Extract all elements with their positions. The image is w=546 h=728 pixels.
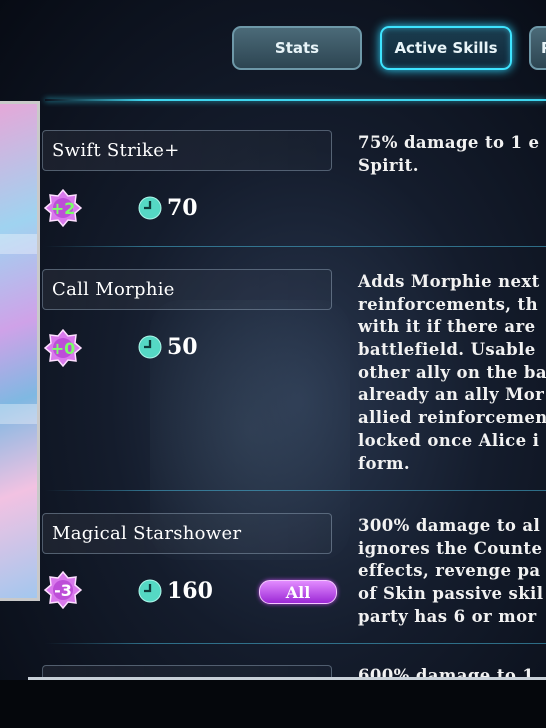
tab-active-skills[interactable]: Active Skills [380,26,512,70]
skill-name: Swift Strike+ [52,140,180,161]
bottom-frame [0,680,546,728]
tab-underline [45,99,546,101]
skill-description: 75% damage to 1 e Spirit. [358,133,540,175]
clock-icon [138,196,162,220]
skill-name: Magical Starshower [52,523,242,544]
target-badge: All [259,580,337,604]
skill-description: Adds Morphie next reinforcements, th wit… [358,272,546,473]
skill-name: Call Morphie [52,279,175,300]
energy-cost-gem-icon: -3 [44,571,82,609]
energy-cost: -3 [54,580,72,600]
cooldown-value: 70 [167,195,198,221]
divider [45,246,546,247]
skill-name-box: Swift Strike+ [42,130,332,171]
energy-cost-gem-icon: +0 [44,329,82,367]
clock-icon [138,579,162,603]
tab-passive-skills[interactable]: P [529,26,546,70]
cooldown-value: 160 [167,578,213,604]
cooldown-value: 50 [167,334,198,360]
skill-name-box: Call Morphie [42,269,332,310]
clock-icon [138,335,162,359]
divider [45,490,546,491]
divider [45,643,546,644]
tab-stats[interactable]: Stats [232,26,362,70]
character-portrait[interactable] [0,101,40,601]
energy-cost: +2 [50,198,76,218]
energy-cost: +0 [50,338,76,358]
skill-description: 300% damage to al ignores the Counte eff… [358,516,544,626]
energy-cost-gem-icon: +2 [44,189,82,227]
skill-name-box: Magical Starshower [42,513,332,554]
